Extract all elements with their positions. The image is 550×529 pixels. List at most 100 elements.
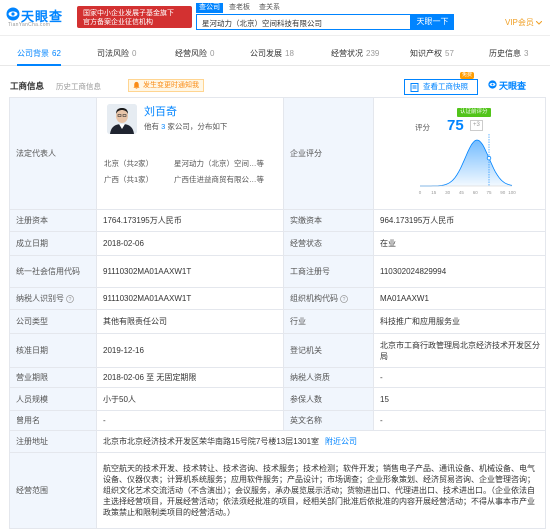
tab-label: 经营风险: [175, 49, 207, 58]
table-row: 成立日期 2018-02-06 经营状态 在业: [9, 231, 546, 255]
table-row: 公司类型 其他有限责任公司 行业 科技推广和应用服务业: [9, 309, 546, 333]
field-value: -: [96, 411, 283, 430]
field-label-text: 纳税人识别号: [16, 294, 64, 303]
tab-business-risk[interactable]: 经营风险 0: [175, 42, 214, 66]
bell-icon: [133, 81, 140, 89]
vip-link[interactable]: VIP会员: [505, 17, 543, 28]
field-label: 工商注册号: [283, 256, 373, 287]
score-value: 75: [447, 117, 464, 134]
avatar[interactable]: [107, 104, 137, 134]
x-tick-label: 90: [500, 190, 506, 195]
field-value: 1764.173195万人民币: [96, 210, 283, 231]
tab-label: 历史信息: [489, 49, 521, 58]
table-row: 统一社会信用代码 91110302MA01AAXW1T 工商注册号 110302…: [9, 255, 546, 287]
verified-score-badge: 认证前评分: [457, 108, 491, 117]
field-label: 登记机关: [283, 334, 373, 367]
location-guangxi: 广西（共1家）: [104, 175, 154, 184]
tab-count: 239: [366, 49, 380, 58]
tab-company-development[interactable]: 公司发展 18: [250, 42, 294, 66]
field-label: 核准日期: [9, 334, 96, 367]
history-link[interactable]: 历史工商信息: [56, 81, 101, 92]
distribution-area: [420, 140, 512, 186]
x-tick-label: 30: [445, 190, 451, 195]
address-cell: 北京市北京经济技术开发区荣华南路15号院7号楼13层1301室 附近公司: [96, 431, 546, 452]
field-label: 人员规模: [9, 388, 96, 410]
score-label: 企业评分: [283, 98, 373, 209]
tab-count: 3: [524, 49, 529, 58]
company-link[interactable]: 星河动力（北京）空间…等: [174, 158, 264, 169]
eye-logo-icon: [6, 7, 20, 21]
tab-operation-status[interactable]: 经营状况 239: [331, 42, 379, 66]
document-icon: [410, 83, 419, 92]
field-value: 964.173195万人民币: [373, 210, 546, 231]
snapshot-button[interactable]: 查看工商快照 免费: [404, 72, 478, 95]
search-tab-relation[interactable]: 查关系: [256, 3, 283, 13]
banner-line-2: 官方备案企业征信机构: [83, 19, 153, 26]
field-label: 曾用名: [9, 411, 96, 430]
nearby-companies-link[interactable]: 附近公司: [325, 436, 357, 447]
tab-count: 62: [52, 49, 61, 58]
help-icon[interactable]: ?: [66, 294, 74, 303]
tab-history-info[interactable]: 历史信息 3: [489, 42, 528, 66]
score-delta: +3: [470, 120, 483, 131]
section-title: 工商信息: [10, 81, 45, 91]
section-header: 工商信息 历史工商信息 发生变更时通知我 查看工商快照 免费 天眼查: [0, 72, 550, 96]
field-label: 纳税人识别号?: [9, 288, 96, 309]
svg-text:?: ?: [343, 297, 346, 303]
field-label: 实缴资本: [283, 210, 373, 231]
field-label-text: 组织机构代码: [290, 294, 338, 303]
eye-logo-icon: [488, 80, 497, 89]
search-tab-boss[interactable]: 查老板: [226, 3, 253, 13]
legal-rep-cell: 刘百奇 他有 3 家公司，分布如下 北京（共2家） 星河动力（北京）空间…等 广…: [96, 98, 283, 209]
field-value: 2018-02-06 至 无固定期限: [96, 368, 283, 387]
site-logo[interactable]: 天眼查 TianYanCha.com: [6, 7, 72, 31]
field-value: 91110302MA01AAXW1T: [96, 288, 283, 309]
free-badge: 免费: [460, 72, 475, 79]
tab-label: 公司背景: [17, 49, 49, 58]
tab-legal-risk[interactable]: 司法风险 0: [97, 42, 136, 66]
table-row: 经营范围 航空航天的技术开发、技术转让、技术咨询、技术服务；技术检测；软件开发；…: [9, 452, 546, 529]
tab-label: 司法风险: [97, 49, 129, 58]
field-value: 15: [373, 388, 546, 410]
score-prefix: 评分: [415, 123, 430, 132]
field-value: 在业: [373, 232, 546, 255]
field-value: 小于50人: [96, 388, 283, 410]
table-row: 曾用名 - 英文名称 -: [9, 410, 546, 430]
field-value: 110302024829994: [373, 256, 546, 287]
table-row: 注册地址 北京市北京经济技术开发区荣华南路15号院7号楼13层1301室 附近公…: [9, 430, 546, 452]
field-label: 行业: [283, 310, 373, 333]
field-value: MA01AAXW1: [373, 288, 546, 309]
scope-label: 经营范围: [9, 453, 96, 528]
notify-change-button[interactable]: 发生变更时通知我: [128, 79, 204, 92]
field-label: 参保人数: [283, 388, 373, 410]
x-tick-label: 15: [431, 190, 437, 195]
brand-watermark: 天眼查: [488, 79, 526, 92]
help-icon[interactable]: ?: [340, 294, 348, 303]
chevron-down-icon: [535, 20, 543, 25]
table-row: 注册资本 1764.173195万人民币 实缴资本 964.173195万人民币: [9, 209, 546, 231]
tab-label: 公司发展: [250, 49, 282, 58]
search-button[interactable]: 天眼一下: [411, 14, 454, 30]
search-tab-company[interactable]: 查公司: [196, 3, 223, 13]
tab-count: 0: [132, 49, 137, 58]
tab-count: 0: [210, 49, 215, 58]
company-link[interactable]: 广西佳进益商贸有限公…等: [174, 174, 264, 185]
field-label: 经营状态: [283, 232, 373, 255]
search-input[interactable]: 星河动力（北京）空间科技有限公司: [196, 14, 411, 30]
summary-prefix: 他有: [144, 122, 159, 131]
logo-subtext: TianYanCha.com: [8, 22, 51, 28]
x-tick-label: 45: [459, 190, 465, 195]
tab-intellectual-property[interactable]: 知识产权 57: [410, 42, 454, 66]
field-value: 其他有限责任公司: [96, 310, 283, 333]
field-label: 英文名称: [283, 411, 373, 430]
table-row: 纳税人识别号? 91110302MA01AAXW1T 组织机构代码? MA01A…: [9, 287, 546, 309]
field-label: 组织机构代码?: [283, 288, 373, 309]
chart-area: [420, 134, 513, 187]
legal-rep-name[interactable]: 刘百奇: [144, 103, 177, 119]
score-marker-dot: [486, 155, 492, 161]
address-value: 北京市北京经济技术开发区荣华南路15号院7号楼13层1301室: [103, 437, 320, 446]
x-tick-label: 100: [508, 190, 516, 195]
snapshot-label: 查看工商快照: [423, 82, 468, 91]
tab-company-background[interactable]: 公司背景 62: [17, 42, 61, 66]
table-row: 营业期限 2018-02-06 至 无固定期限 纳税人资质 -: [9, 367, 546, 387]
